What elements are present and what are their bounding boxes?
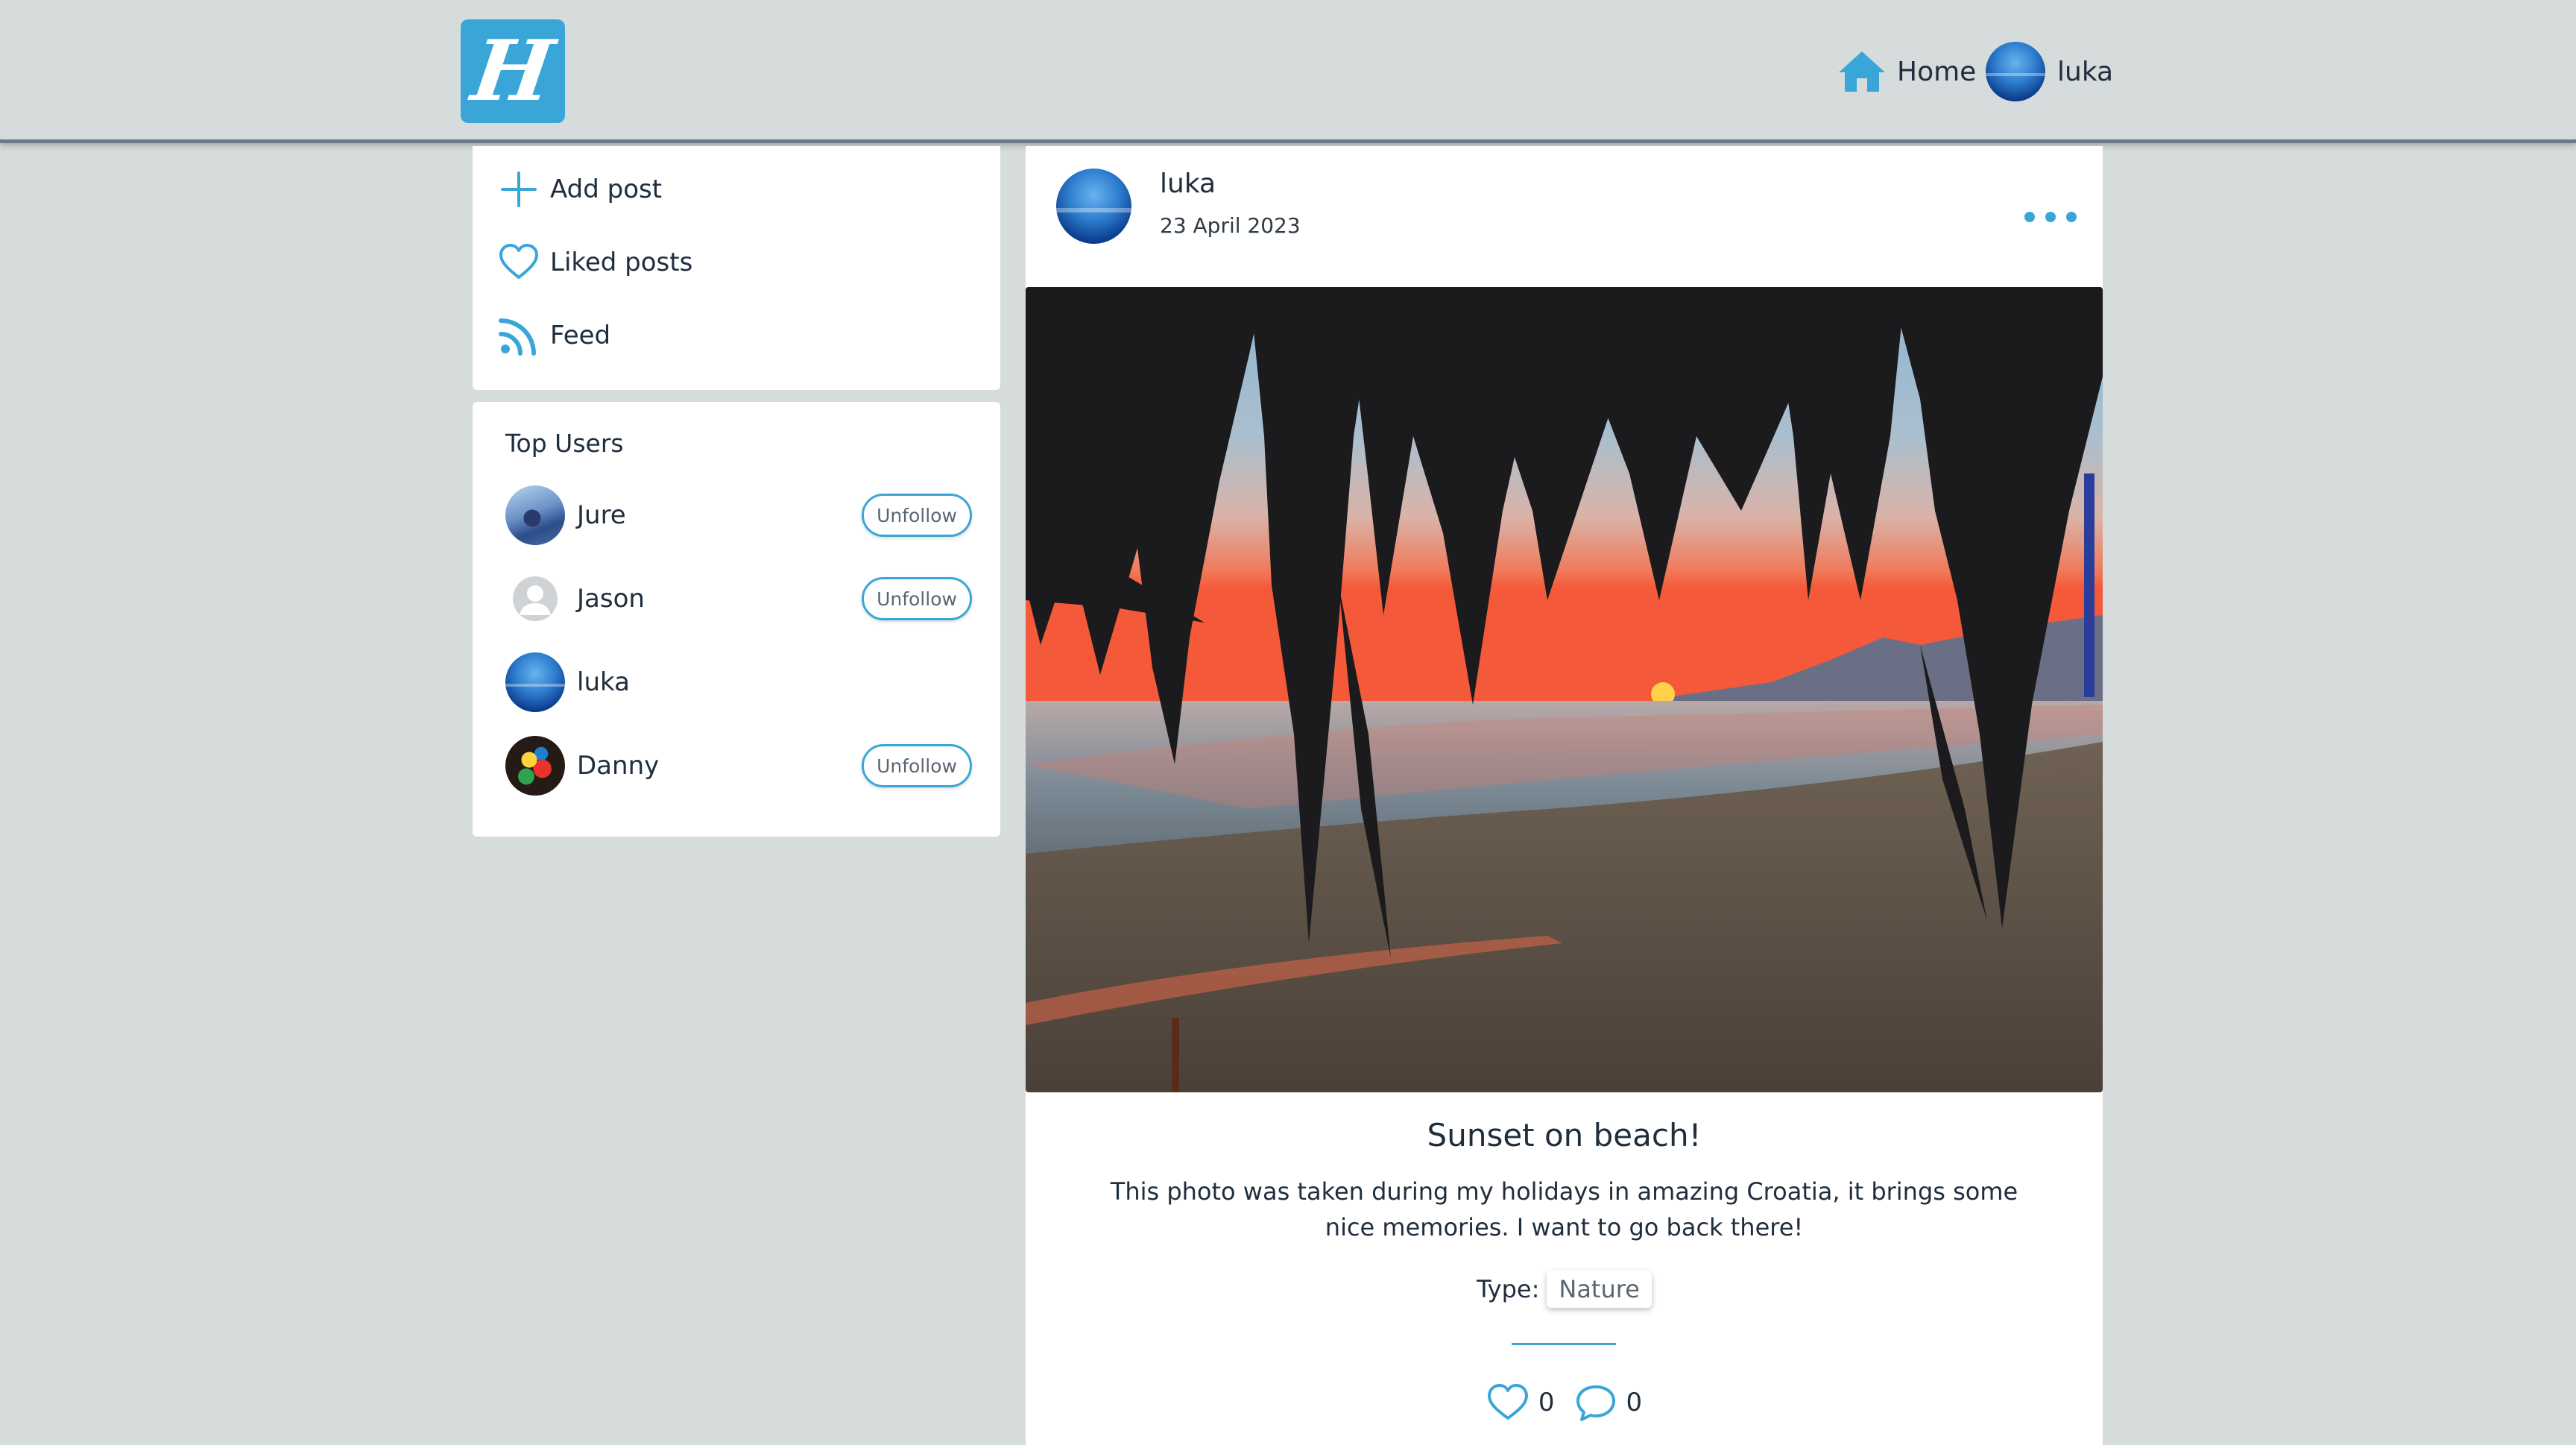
- unfollow-button[interactable]: Unfollow: [862, 494, 972, 537]
- rss-feed-icon: [499, 318, 536, 356]
- user-name[interactable]: luka: [577, 667, 972, 697]
- avatar[interactable]: [1056, 169, 1131, 244]
- post-author[interactable]: luka: [1160, 169, 1216, 199]
- list-item: Jure Unfollow: [505, 484, 972, 547]
- app-logo[interactable]: H: [461, 19, 565, 123]
- like-button[interactable]: 0: [1486, 1382, 1555, 1423]
- nav-home-label: Home: [1897, 56, 1977, 87]
- post-type-row: Type: Nature: [1026, 1271, 2103, 1308]
- more-options-button[interactable]: [2024, 206, 2077, 228]
- post-card: luka 23 April 2023 Sunset on beach! This…: [1026, 146, 2103, 1445]
- avatar[interactable]: [505, 652, 565, 712]
- avatar: [1986, 42, 2045, 101]
- list-item: luka: [505, 651, 972, 714]
- logo-letter: H: [466, 22, 560, 120]
- comment-button[interactable]: 0: [1574, 1382, 1643, 1423]
- avatar[interactable]: [505, 485, 565, 545]
- top-users-title: Top Users: [505, 429, 624, 458]
- top-users-panel: Top Users Jure Unfollow Jason Unfollow l…: [473, 402, 1000, 837]
- nav-user-name: luka: [2057, 56, 2114, 87]
- comment-icon: [1576, 1385, 1615, 1421]
- sidebar-item-label: Add post: [550, 174, 663, 204]
- top-navbar: H Home luka: [0, 0, 2576, 143]
- type-label: Type:: [1477, 1275, 1540, 1303]
- heart-icon: [1487, 1384, 1528, 1420]
- post-title: Sunset on beach!: [1427, 1117, 1702, 1153]
- sidebar-item-feed[interactable]: Feed: [498, 312, 610, 359]
- sidebar-item-label: Liked posts: [550, 248, 693, 277]
- nav-home-link[interactable]: Home: [1837, 42, 1976, 101]
- user-name[interactable]: Jure: [577, 500, 862, 530]
- comment-count: 0: [1626, 1388, 1643, 1417]
- unfollow-button[interactable]: Unfollow: [862, 577, 972, 620]
- heart-icon: [499, 244, 538, 279]
- post-description: This photo was taken during my holidays …: [1110, 1177, 2018, 1241]
- sidebar-item-label: Feed: [550, 321, 611, 350]
- default-user-icon: [513, 576, 558, 621]
- nav-profile-link[interactable]: luka: [1986, 40, 2113, 103]
- post-date: 23 April 2023: [1160, 213, 1301, 238]
- user-name[interactable]: Danny: [577, 751, 862, 781]
- divider: [1512, 1343, 1616, 1345]
- post-image: [1026, 287, 2103, 1092]
- plus-icon: [501, 171, 537, 207]
- home-icon: [1839, 51, 1885, 92]
- type-tag[interactable]: Nature: [1547, 1271, 1652, 1308]
- post-actions: 0 0: [1026, 1382, 2103, 1423]
- avatar[interactable]: [505, 736, 565, 796]
- unfollow-button[interactable]: Unfollow: [862, 744, 972, 787]
- more-dots-icon: [2024, 212, 2035, 222]
- sunset-beach-photo: [1026, 287, 2103, 1092]
- list-item: Jason Unfollow: [505, 567, 972, 630]
- sidebar-menu: Add post Liked posts Feed: [473, 146, 1000, 390]
- sidebar-item-add-post[interactable]: Add post: [498, 166, 662, 213]
- like-count: 0: [1538, 1388, 1555, 1417]
- user-name[interactable]: Jason: [577, 584, 862, 614]
- list-item: Danny Unfollow: [505, 734, 972, 797]
- sidebar-item-liked-posts[interactable]: Liked posts: [498, 239, 692, 286]
- avatar[interactable]: [505, 569, 565, 629]
